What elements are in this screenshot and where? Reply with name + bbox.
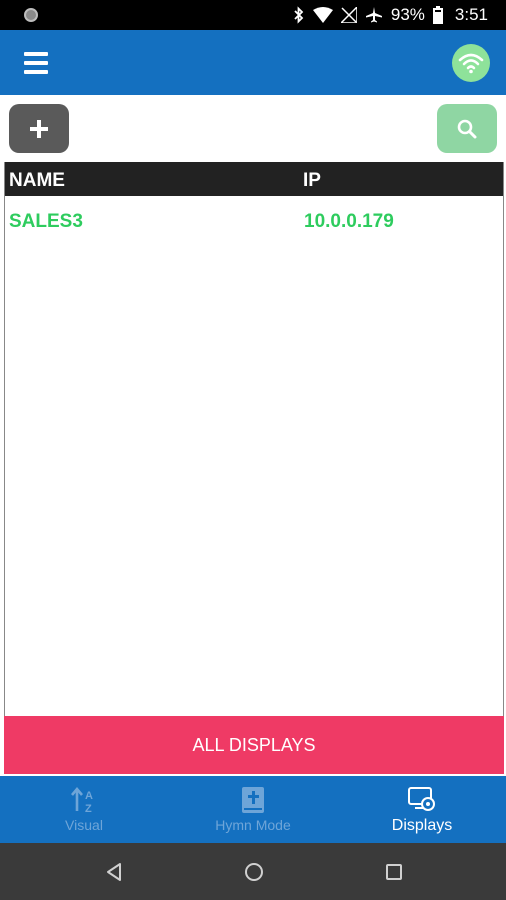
column-header-ip: IP <box>303 170 321 191</box>
table-header: NAME IP <box>5 162 503 196</box>
sort-az-icon: A Z <box>70 786 98 814</box>
add-display-button[interactable] <box>9 104 69 153</box>
displays-table: NAME IP SALES3 10.0.0.179 <box>4 162 504 774</box>
hamburger-icon[interactable] <box>24 52 48 74</box>
battery-icon <box>432 6 443 24</box>
no-signal-icon <box>340 7 357 23</box>
nav-item-displays[interactable]: Displays <box>338 776 506 843</box>
app-bar <box>0 30 506 95</box>
wifi-icon[interactable] <box>452 44 490 82</box>
all-displays-button[interactable]: ALL DISPLAYS <box>4 716 504 774</box>
recents-icon[interactable] <box>383 861 405 883</box>
nav-label-displays: Displays <box>391 817 453 834</box>
back-icon[interactable] <box>103 861 125 883</box>
search-button[interactable] <box>437 104 497 153</box>
display-ip-cell: 10.0.0.179 <box>304 211 394 232</box>
nav-item-visual[interactable]: A Z Visual <box>0 776 168 843</box>
notification-dot-icon <box>24 8 38 22</box>
column-header-name: NAME <box>9 170 65 191</box>
display-name-cell: SALES3 <box>9 211 83 232</box>
display-settings-icon <box>407 786 437 814</box>
status-bar: 93% 3:51 <box>0 0 506 30</box>
clock: 3:51 <box>454 5 488 24</box>
status-icons: 93% 3:51 <box>293 0 488 30</box>
bottom-nav: A Z Visual Hymn Mode Displays <box>0 776 506 843</box>
nav-label-hymn-mode: Hymn Mode <box>215 817 291 833</box>
toolbar <box>0 95 506 161</box>
system-nav-bar <box>0 843 506 900</box>
bible-icon <box>240 786 266 814</box>
svg-text:A: A <box>85 790 93 802</box>
home-icon[interactable] <box>243 861 265 883</box>
nav-label-visual: Visual <box>65 817 103 833</box>
table-row[interactable]: SALES3 10.0.0.179 <box>5 196 503 246</box>
nav-item-hymn-mode[interactable]: Hymn Mode <box>169 776 337 843</box>
search-icon <box>457 119 477 138</box>
svg-text:Z: Z <box>85 803 92 814</box>
wifi-signal-icon <box>312 7 333 23</box>
airplane-icon <box>365 7 382 23</box>
plus-icon <box>30 119 48 138</box>
bluetooth-icon <box>294 6 304 24</box>
battery-percent: 93% <box>390 5 425 24</box>
